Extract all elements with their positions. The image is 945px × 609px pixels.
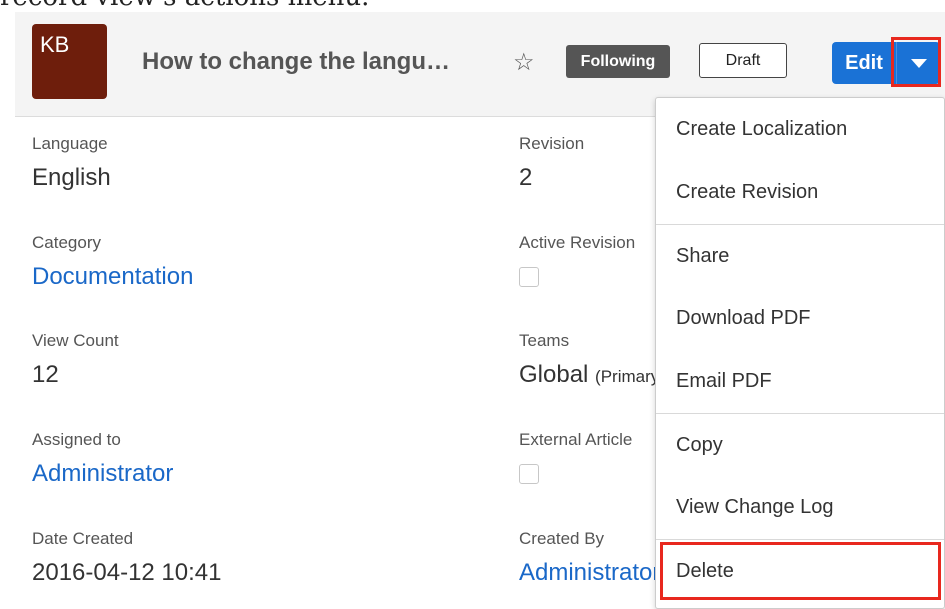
field-created-by: Created By Administrator: [519, 529, 655, 587]
favorite-star-icon[interactable]: ☆: [513, 48, 535, 77]
category-link[interactable]: Documentation: [32, 263, 193, 291]
menu-item-download-pdf[interactable]: Download PDF: [656, 287, 944, 350]
edit-button[interactable]: Edit: [832, 42, 896, 84]
field-language: Language English: [32, 134, 111, 192]
menu-item-share[interactable]: Share: [656, 224, 944, 287]
team-name: Global: [519, 361, 589, 388]
actions-menu: Create Localization Create Revision Shar…: [655, 97, 945, 609]
field-date-created: Date Created 2016-04-12 10:41: [32, 529, 222, 587]
module-avatar: KB: [32, 24, 107, 99]
field-label: Language: [32, 134, 108, 153]
field-value: English: [32, 164, 111, 191]
avatar-text: KB: [40, 32, 70, 57]
field-value: 2: [519, 164, 533, 191]
created-by-link[interactable]: Administrator: [519, 559, 655, 587]
field-label: Active Revision: [519, 233, 636, 252]
field-revision: Revision 2: [519, 134, 655, 192]
active-revision-checkbox[interactable]: [519, 267, 539, 287]
field-label: View Count: [32, 331, 119, 350]
following-button[interactable]: Following: [566, 45, 670, 78]
status-badge: Draft: [699, 43, 787, 78]
menu-item-create-localization[interactable]: Create Localization: [656, 98, 944, 161]
menu-item-view-change-log[interactable]: View Change Log: [656, 476, 944, 539]
menu-item-create-revision[interactable]: Create Revision: [656, 161, 944, 224]
field-value: 2016-04-12 10:41: [32, 559, 222, 586]
dropdown-highlight-box: [891, 37, 941, 87]
field-assigned-to: Assigned to Administrator: [32, 430, 173, 488]
team-primary-suffix: (Primary): [595, 367, 655, 386]
field-external-article: External Article: [519, 430, 655, 484]
record-title: How to change the langu…: [142, 48, 451, 75]
field-teams: Teams Global (Primary): [519, 331, 655, 389]
caption-text: record view's actions menu.: [0, 0, 945, 12]
field-category: Category Documentation: [32, 233, 193, 291]
menu-item-email-pdf[interactable]: Email PDF: [656, 350, 944, 413]
field-label: Teams: [519, 331, 570, 350]
field-label: Revision: [519, 134, 585, 153]
field-label: Created By: [519, 529, 605, 548]
assigned-user-link[interactable]: Administrator: [32, 460, 173, 488]
external-article-checkbox[interactable]: [519, 464, 539, 484]
menu-item-copy[interactable]: Copy: [656, 413, 944, 476]
field-view-count: View Count 12: [32, 331, 119, 389]
field-label: Assigned to: [32, 430, 121, 449]
field-label: Category: [32, 233, 101, 252]
field-label: Date Created: [32, 529, 134, 548]
delete-highlight-box: [660, 542, 941, 600]
field-active-revision: Active Revision: [519, 233, 655, 287]
field-value: Global (Primary): [519, 361, 655, 389]
field-value: 12: [32, 361, 59, 388]
field-label: External Article: [519, 430, 633, 449]
